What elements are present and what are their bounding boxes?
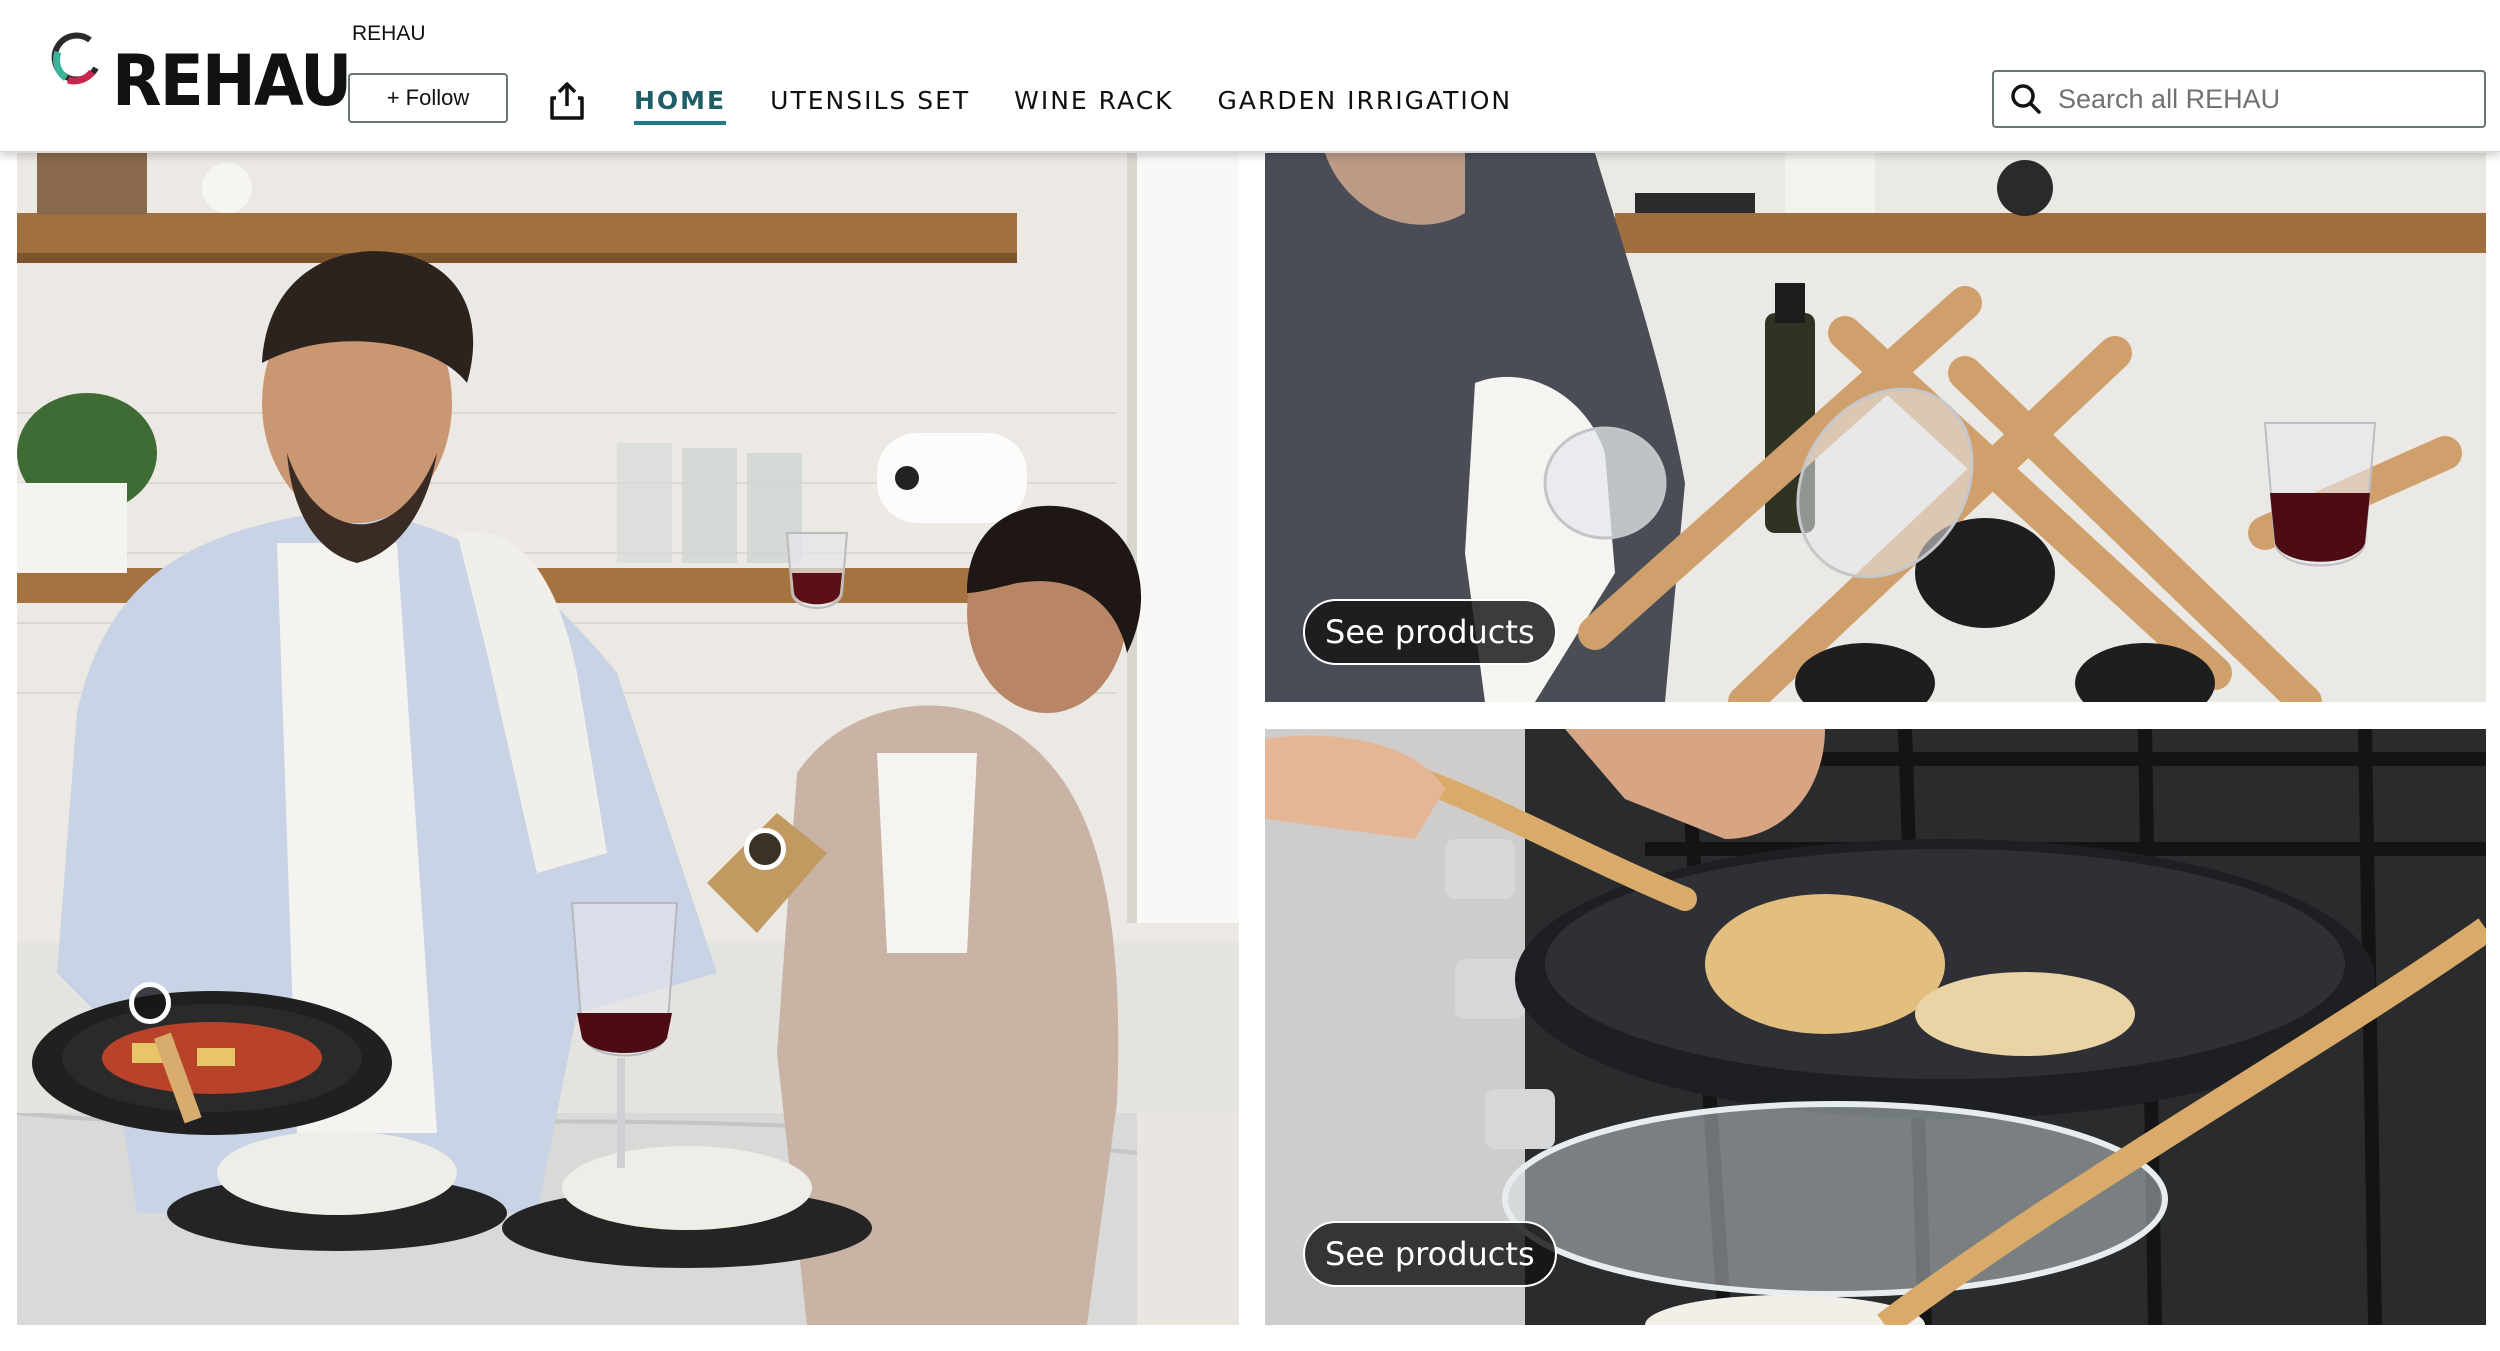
see-products-button[interactable]: See products: [1303, 599, 1557, 665]
store-nav: HOME UTENSILS SET WINE RACK GARDEN IRRIG…: [634, 86, 1556, 125]
brand-caption: REHAU: [352, 22, 426, 45]
wine-rack-tile[interactable]: See products: [1265, 153, 2486, 702]
nav-garden-irrigation[interactable]: GARDEN IRRIGATION: [1218, 86, 1513, 125]
logo-wordmark: REHAU: [112, 40, 352, 122]
nav-utensils-set[interactable]: UTENSILS SET: [770, 86, 970, 125]
follow-button[interactable]: + Follow: [348, 73, 508, 123]
search-icon[interactable]: [2008, 81, 2044, 117]
nav-wine-rack[interactable]: WINE RACK: [1014, 86, 1173, 125]
kitchen-scene-image: [17, 153, 1239, 1325]
logo-mark-icon: [51, 32, 99, 85]
brand-logo[interactable]: REHAU: [46, 30, 352, 122]
product-hotspot-wine-rack[interactable]: [744, 828, 786, 870]
search-input[interactable]: [2058, 83, 2458, 115]
pancake-pan-tile[interactable]: See products: [1265, 729, 2486, 1325]
nav-home[interactable]: HOME: [634, 86, 727, 125]
see-products-button[interactable]: See products: [1303, 1221, 1557, 1287]
product-hotspot-pan[interactable]: [129, 982, 171, 1024]
share-icon[interactable]: [548, 80, 586, 122]
hero-image-kitchen[interactable]: [17, 153, 1239, 1325]
store-header: REHAU REHAU + Follow HOME UTENSILS SET W…: [0, 0, 2500, 152]
store-search[interactable]: [1992, 70, 2486, 128]
